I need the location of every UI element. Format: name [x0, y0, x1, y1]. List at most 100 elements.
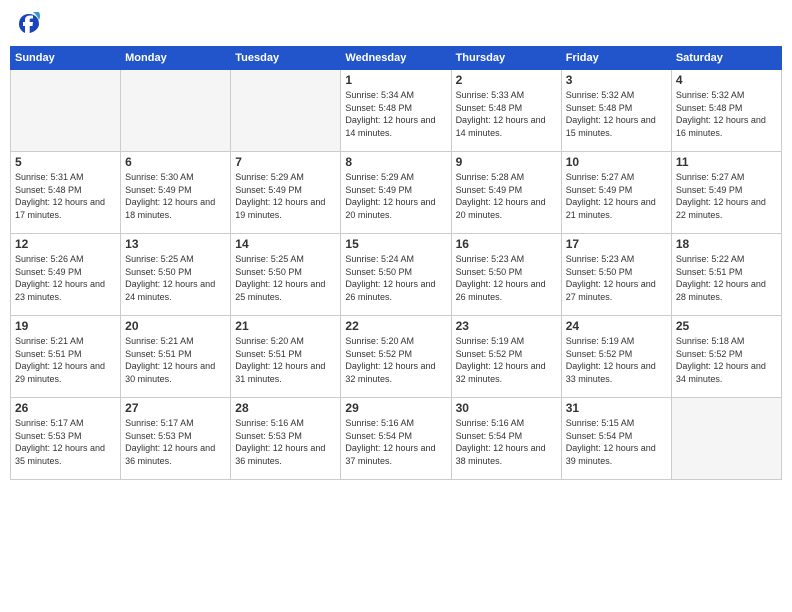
calendar-cell: 14 Sunrise: 5:25 AMSunset: 5:50 PMDayligh…	[231, 234, 341, 316]
calendar-cell: 2 Sunrise: 5:33 AMSunset: 5:48 PMDaylight…	[451, 70, 561, 152]
cell-info: Sunrise: 5:33 AMSunset: 5:48 PMDaylight:…	[456, 89, 557, 139]
day-number: 16	[456, 237, 557, 251]
day-number: 5	[15, 155, 116, 169]
calendar-cell: 16 Sunrise: 5:23 AMSunset: 5:50 PMDayligh…	[451, 234, 561, 316]
calendar-cell: 3Sunrise: 5:32 AMSunset: 5:48 PMDaylight…	[561, 70, 671, 152]
cell-info: Sunrise: 5:16 AMSunset: 5:53 PMDaylight:…	[235, 417, 336, 467]
cell-info: Sunrise: 5:29 AMSunset: 5:49 PMDaylight:…	[345, 171, 446, 221]
calendar-week-row: 19 Sunrise: 5:21 AMSunset: 5:51 PMDayligh…	[11, 316, 782, 398]
calendar-day-header: Thursday	[451, 47, 561, 70]
calendar-cell: 30Sunrise: 5:16 AMSunset: 5:54 PMDayligh…	[451, 398, 561, 480]
day-number: 7	[235, 155, 336, 169]
day-number: 9	[456, 155, 557, 169]
cell-info: Sunrise: 5:27 AMSunset: 5:49 PMDaylight:…	[676, 171, 777, 221]
calendar-cell: 18 Sunrise: 5:22 AMSunset: 5:51 PMDayligh…	[671, 234, 781, 316]
calendar-day-header: Saturday	[671, 47, 781, 70]
day-number: 26	[15, 401, 116, 415]
calendar-cell: 28Sunrise: 5:16 AMSunset: 5:53 PMDayligh…	[231, 398, 341, 480]
cell-info: Sunrise: 5:21 AMSunset: 5:51 PMDaylight:…	[15, 335, 116, 385]
cell-info: Sunrise: 5:19 AMSunset: 5:52 PMDaylight:…	[566, 335, 667, 385]
day-number: 14	[235, 237, 336, 251]
day-number: 10	[566, 155, 667, 169]
day-number: 4	[676, 73, 777, 87]
logo-icon	[15, 10, 43, 38]
day-number: 11	[676, 155, 777, 169]
calendar-cell: 9 Sunrise: 5:28 AMSunset: 5:49 PMDaylight…	[451, 152, 561, 234]
cell-info: Sunrise: 5:22 AMSunset: 5:51 PMDaylight:…	[676, 253, 777, 303]
calendar-cell: 6 Sunrise: 5:30 AMSunset: 5:49 PMDaylight…	[121, 152, 231, 234]
cell-info: Sunrise: 5:19 AMSunset: 5:52 PMDaylight:…	[456, 335, 557, 385]
calendar-day-header: Monday	[121, 47, 231, 70]
cell-info: Sunrise: 5:24 AMSunset: 5:50 PMDaylight:…	[345, 253, 446, 303]
cell-info: Sunrise: 5:20 AMSunset: 5:52 PMDaylight:…	[345, 335, 446, 385]
calendar-day-header: Friday	[561, 47, 671, 70]
cell-info: Sunrise: 5:21 AMSunset: 5:51 PMDaylight:…	[125, 335, 226, 385]
calendar-cell: 23 Sunrise: 5:19 AMSunset: 5:52 PMDayligh…	[451, 316, 561, 398]
cell-info: Sunrise: 5:16 AMSunset: 5:54 PMDaylight:…	[456, 417, 557, 467]
calendar-cell: 8 Sunrise: 5:29 AMSunset: 5:49 PMDaylight…	[341, 152, 451, 234]
day-number: 2	[456, 73, 557, 87]
calendar-week-row: 1Sunrise: 5:34 AMSunset: 5:48 PMDaylight…	[11, 70, 782, 152]
calendar-day-header: Wednesday	[341, 47, 451, 70]
cell-info: Sunrise: 5:26 AMSunset: 5:49 PMDaylight:…	[15, 253, 116, 303]
cell-info: Sunrise: 5:29 AMSunset: 5:49 PMDaylight:…	[235, 171, 336, 221]
day-number: 18	[676, 237, 777, 251]
calendar-cell: 22 Sunrise: 5:20 AMSunset: 5:52 PMDayligh…	[341, 316, 451, 398]
calendar-cell	[231, 70, 341, 152]
day-number: 22	[345, 319, 446, 333]
calendar-cell: 21 Sunrise: 5:20 AMSunset: 5:51 PMDayligh…	[231, 316, 341, 398]
cell-info: Sunrise: 5:18 AMSunset: 5:52 PMDaylight:…	[676, 335, 777, 385]
calendar-table: SundayMondayTuesdayWednesdayThursdayFrid…	[10, 46, 782, 480]
calendar-cell: 20Sunrise: 5:21 AMSunset: 5:51 PMDayligh…	[121, 316, 231, 398]
calendar-cell: 11 Sunrise: 5:27 AMSunset: 5:49 PMDayligh…	[671, 152, 781, 234]
cell-info: Sunrise: 5:31 AMSunset: 5:48 PMDaylight:…	[15, 171, 116, 221]
cell-info: Sunrise: 5:25 AMSunset: 5:50 PMDaylight:…	[235, 253, 336, 303]
day-number: 19	[15, 319, 116, 333]
cell-info: Sunrise: 5:17 AMSunset: 5:53 PMDaylight:…	[125, 417, 226, 467]
calendar-header-row: SundayMondayTuesdayWednesdayThursdayFrid…	[11, 47, 782, 70]
day-number: 21	[235, 319, 336, 333]
calendar-cell: 12 Sunrise: 5:26 AMSunset: 5:49 PMDayligh…	[11, 234, 121, 316]
calendar-day-header: Sunday	[11, 47, 121, 70]
day-number: 29	[345, 401, 446, 415]
calendar-cell: 5 Sunrise: 5:31 AMSunset: 5:48 PMDaylight…	[11, 152, 121, 234]
cell-info: Sunrise: 5:34 AMSunset: 5:48 PMDaylight:…	[345, 89, 446, 139]
day-number: 17	[566, 237, 667, 251]
cell-info: Sunrise: 5:32 AMSunset: 5:48 PMDaylight:…	[676, 89, 777, 139]
day-number: 6	[125, 155, 226, 169]
calendar-cell: 31 Sunrise: 5:15 AMSunset: 5:54 PMDayligh…	[561, 398, 671, 480]
logo	[15, 10, 47, 38]
cell-info: Sunrise: 5:30 AMSunset: 5:49 PMDaylight:…	[125, 171, 226, 221]
calendar-cell	[11, 70, 121, 152]
calendar-cell: 4 Sunrise: 5:32 AMSunset: 5:48 PMDaylight…	[671, 70, 781, 152]
calendar-cell: 15 Sunrise: 5:24 AMSunset: 5:50 PMDayligh…	[341, 234, 451, 316]
day-number: 31	[566, 401, 667, 415]
cell-info: Sunrise: 5:25 AMSunset: 5:50 PMDaylight:…	[125, 253, 226, 303]
day-number: 24	[566, 319, 667, 333]
day-number: 8	[345, 155, 446, 169]
calendar-cell: 29 Sunrise: 5:16 AMSunset: 5:54 PMDayligh…	[341, 398, 451, 480]
cell-info: Sunrise: 5:23 AMSunset: 5:50 PMDaylight:…	[456, 253, 557, 303]
calendar-cell: 13 Sunrise: 5:25 AMSunset: 5:50 PMDayligh…	[121, 234, 231, 316]
cell-info: Sunrise: 5:20 AMSunset: 5:51 PMDaylight:…	[235, 335, 336, 385]
calendar-cell: 17Sunrise: 5:23 AMSunset: 5:50 PMDayligh…	[561, 234, 671, 316]
cell-info: Sunrise: 5:28 AMSunset: 5:49 PMDaylight:…	[456, 171, 557, 221]
calendar-week-row: 5 Sunrise: 5:31 AMSunset: 5:48 PMDaylight…	[11, 152, 782, 234]
calendar-cell: 24 Sunrise: 5:19 AMSunset: 5:52 PMDayligh…	[561, 316, 671, 398]
calendar-cell: 27 Sunrise: 5:17 AMSunset: 5:53 PMDayligh…	[121, 398, 231, 480]
calendar-cell: 7 Sunrise: 5:29 AMSunset: 5:49 PMDaylight…	[231, 152, 341, 234]
day-number: 25	[676, 319, 777, 333]
calendar-cell	[121, 70, 231, 152]
calendar-week-row: 26 Sunrise: 5:17 AMSunset: 5:53 PMDayligh…	[11, 398, 782, 480]
day-number: 12	[15, 237, 116, 251]
day-number: 13	[125, 237, 226, 251]
calendar-cell: 19 Sunrise: 5:21 AMSunset: 5:51 PMDayligh…	[11, 316, 121, 398]
day-number: 23	[456, 319, 557, 333]
calendar-day-header: Tuesday	[231, 47, 341, 70]
day-number: 27	[125, 401, 226, 415]
day-number: 15	[345, 237, 446, 251]
cell-info: Sunrise: 5:16 AMSunset: 5:54 PMDaylight:…	[345, 417, 446, 467]
page: SundayMondayTuesdayWednesdayThursdayFrid…	[0, 0, 792, 612]
cell-info: Sunrise: 5:27 AMSunset: 5:49 PMDaylight:…	[566, 171, 667, 221]
cell-info: Sunrise: 5:15 AMSunset: 5:54 PMDaylight:…	[566, 417, 667, 467]
